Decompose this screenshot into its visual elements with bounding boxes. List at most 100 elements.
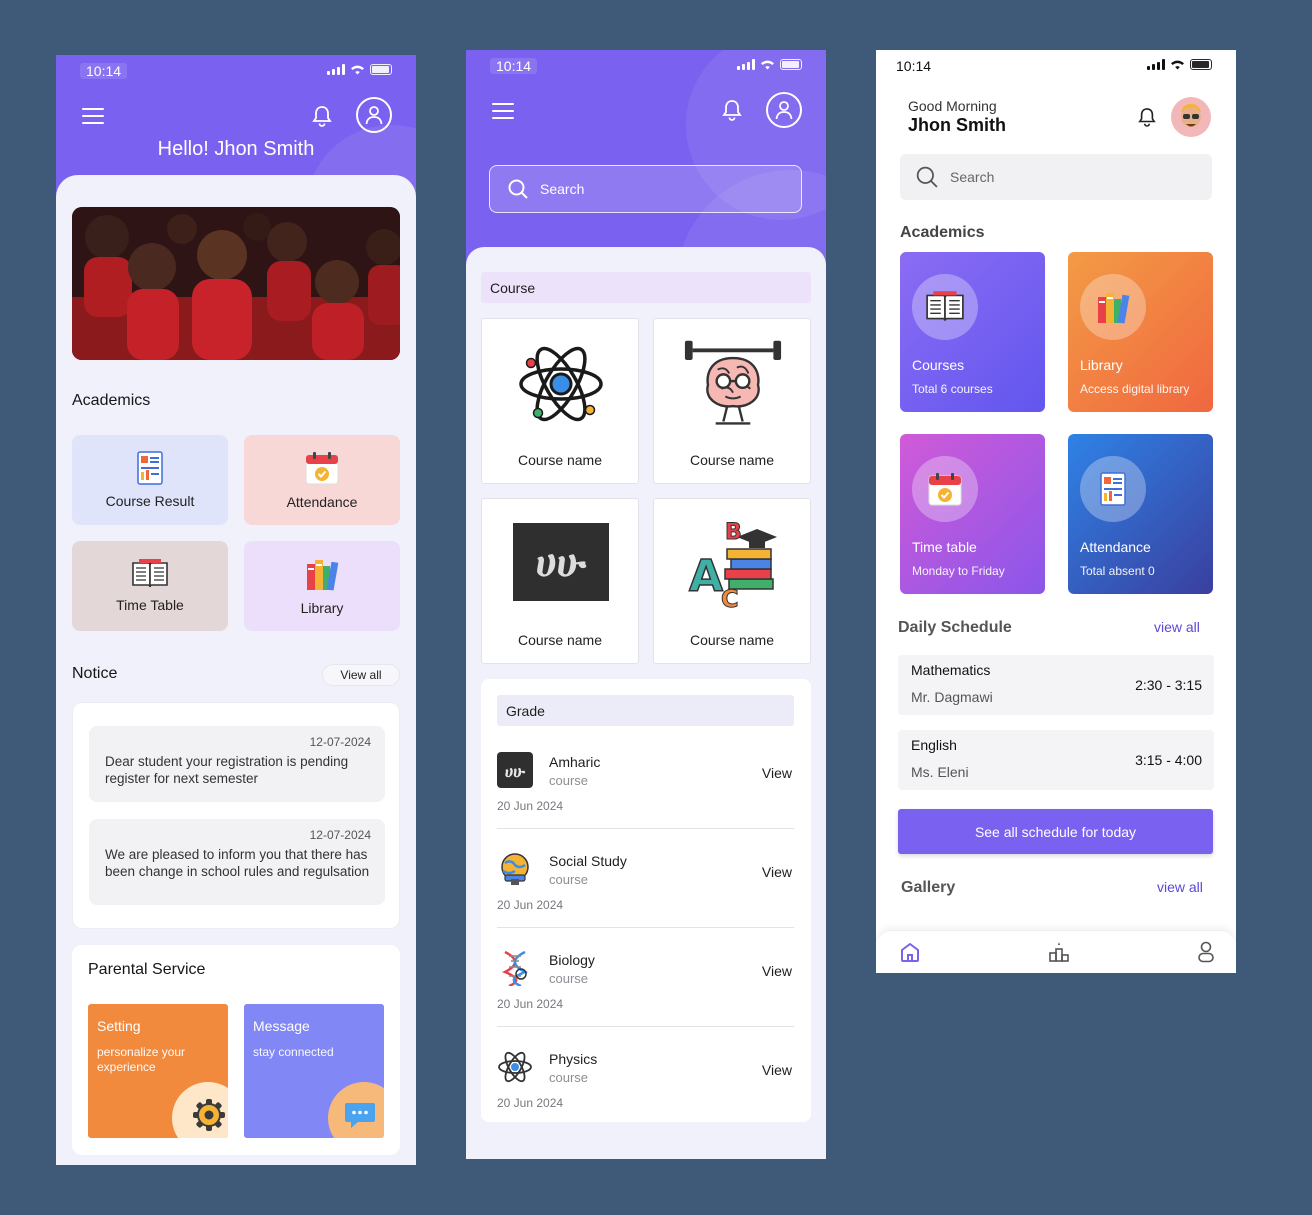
time-table-tile[interactable]: Time Table — [72, 541, 228, 631]
schedule-teacher: Mr. Dagmawi — [911, 689, 993, 705]
grade-row: Biology course 20 Jun 2024 View — [497, 950, 794, 1049]
status-time: 10:14 — [490, 58, 538, 74]
parental-service-title: Parental Service — [88, 961, 206, 978]
grade-view-link[interactable]: View — [762, 765, 792, 781]
bell-icon[interactable] — [722, 99, 742, 121]
grade-view-link[interactable]: View — [762, 963, 792, 979]
amharic-letters-icon: ሀሁ — [497, 752, 533, 788]
chat-icon — [345, 1103, 375, 1128]
academics-title: Academics — [72, 392, 151, 409]
search-input[interactable]: Search — [900, 154, 1212, 200]
search-placeholder: Search — [540, 181, 585, 197]
hamburger-menu-icon[interactable] — [492, 103, 514, 119]
brain-lifting-icon — [683, 337, 783, 431]
courses-desc: Total 6 courses — [912, 382, 993, 396]
course-card[interactable]: ሀሁ Course name — [481, 498, 639, 664]
message-card[interactable]: Message stay connected — [244, 1004, 384, 1138]
attendance-card[interactable]: Attendance Total absent 0 — [1068, 434, 1213, 594]
signal-icon — [1147, 59, 1165, 70]
amharic-letters-icon: ሀሁ — [513, 523, 609, 601]
bell-icon[interactable] — [312, 105, 332, 127]
status-icons — [1147, 59, 1212, 70]
phone-home-screen: 10:14 Hello! Jhon Smith Academics Course… — [56, 55, 416, 1165]
attendance-icon-circle — [1080, 456, 1146, 522]
notice-title: Notice — [72, 665, 118, 682]
course-card[interactable]: BAC Course name — [653, 498, 811, 664]
wifi-icon — [1171, 60, 1184, 70]
greeting-title: Hello! Jhon Smith — [157, 138, 315, 160]
grade-course-name: Physics — [549, 1051, 598, 1067]
library-label: Library — [300, 600, 344, 616]
notice-item[interactable]: 12-07-2024 We are pleased to inform you … — [89, 819, 385, 905]
report-icon — [137, 451, 163, 485]
leaderboard-icon[interactable] — [1048, 941, 1070, 963]
bell-icon[interactable] — [1138, 107, 1156, 127]
message-blob — [328, 1082, 384, 1138]
library-tile[interactable]: Library — [244, 541, 400, 631]
books-icon — [1098, 293, 1130, 324]
library-card[interactable]: Library Access digital library — [1068, 252, 1213, 412]
avatar[interactable] — [1171, 97, 1211, 137]
divider — [497, 927, 794, 928]
atom-icon — [511, 337, 611, 431]
profile-icon[interactable] — [1196, 941, 1216, 963]
grade-view-link[interactable]: View — [762, 1062, 792, 1078]
status-bar: 10:14 — [876, 50, 1236, 80]
setting-desc: personalize your experience — [97, 1045, 186, 1074]
gallery-view-all-link[interactable]: view all — [1157, 879, 1203, 895]
grade-row: Physics course 20 Jun 2024 View — [497, 1049, 794, 1148]
notice-view-all-button[interactable]: View all — [322, 664, 400, 686]
course-card[interactable]: Course name — [481, 318, 639, 484]
profile-avatar-button[interactable] — [356, 97, 392, 133]
svg-text:B: B — [725, 520, 742, 545]
setting-card[interactable]: Setting personalize your experience — [88, 1004, 228, 1138]
hero-photo-students — [72, 207, 400, 360]
schedule-row[interactable]: Mathematics Mr. Dagmawi 2:30 - 3:15 — [898, 655, 1214, 715]
notice-item[interactable]: 12-07-2024 Dear student your registratio… — [89, 726, 385, 802]
grade-row: ሀሁ Amharic course 20 Jun 2024 View — [497, 752, 794, 851]
svg-text:A: A — [689, 551, 723, 602]
course-result-tile[interactable]: Course Result — [72, 435, 228, 525]
schedule-subject: English — [911, 737, 957, 753]
course-name: Course name — [517, 632, 603, 648]
home-icon[interactable] — [899, 941, 921, 963]
book-icon — [926, 291, 964, 321]
calendar-check-icon — [305, 452, 339, 485]
course-card[interactable]: Course name — [653, 318, 811, 484]
time-table-card[interactable]: Time table Monday to Friday — [900, 434, 1045, 594]
grade-course-sub: course — [549, 872, 589, 887]
see-all-schedule-button[interactable]: See all schedule for today — [898, 809, 1213, 854]
calendar-check-icon — [928, 473, 962, 506]
setting-title: Setting — [97, 1018, 141, 1034]
time-table-desc: Monday to Friday — [912, 564, 1005, 578]
wifi-icon — [351, 65, 364, 75]
attendance-tile[interactable]: Attendance — [244, 435, 400, 525]
message-title: Message — [253, 1018, 310, 1034]
courses-icon-circle — [912, 274, 978, 340]
search-icon — [508, 179, 528, 199]
grade-date: 20 Jun 2024 — [497, 1096, 564, 1110]
status-icons — [737, 59, 802, 70]
schedule-teacher: Ms. Eleni — [911, 764, 969, 780]
signal-icon — [327, 64, 345, 75]
schedule-subject: Mathematics — [911, 662, 991, 678]
schedule-time: 2:30 - 3:15 — [1135, 677, 1202, 693]
search-input[interactable]: Search — [489, 165, 802, 213]
status-bar: 10:14 — [56, 55, 416, 85]
grade-row: Social Study course 20 Jun 2024 View — [497, 851, 794, 950]
hamburger-menu-icon[interactable] — [82, 108, 104, 124]
library-desc: Access digital library — [1080, 382, 1190, 396]
notice-date: 12-07-2024 — [309, 828, 371, 842]
parental-service-card: Parental Service Setting personalize you… — [72, 945, 400, 1155]
time-table-label: Time Table — [116, 597, 184, 613]
course-result-label: Course Result — [105, 493, 195, 509]
schedule-row[interactable]: English Ms. Eleni 3:15 - 4:00 — [898, 730, 1214, 790]
globe-icon — [501, 853, 529, 885]
schedule-view-all-link[interactable]: view all — [1154, 619, 1200, 635]
grade-view-link[interactable]: View — [762, 864, 792, 880]
profile-avatar-button[interactable] — [766, 92, 802, 128]
courses-card[interactable]: Courses Total 6 courses — [900, 252, 1045, 412]
library-icon-circle — [1080, 274, 1146, 340]
dna-icon — [501, 950, 529, 986]
search-icon — [916, 166, 938, 188]
